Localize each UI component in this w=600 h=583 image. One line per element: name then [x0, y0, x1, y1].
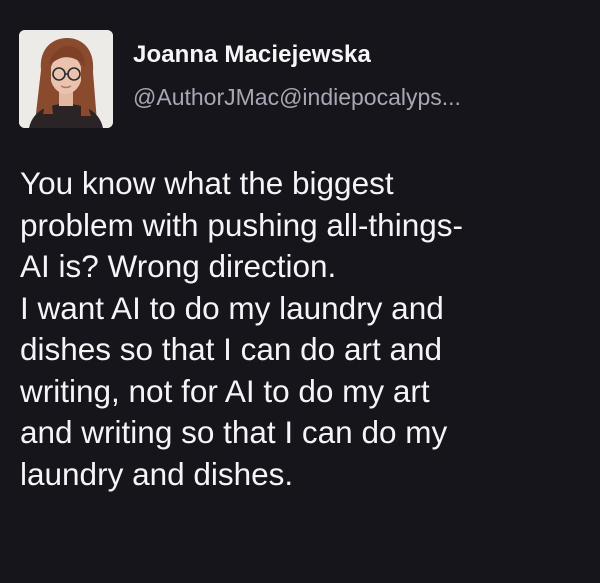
- post-line: problem with pushing all-things-: [20, 206, 463, 243]
- post-content: You know what the biggest problem with p…: [20, 163, 590, 495]
- post-line: I want AI to do my laundry and: [20, 289, 444, 326]
- post-header: Joanna Maciejewska @AuthorJMac@indiepoca…: [19, 30, 461, 128]
- post-line: writing, not for AI to do my art: [20, 372, 430, 409]
- post-line: AI is? Wrong direction.: [20, 248, 337, 284]
- avatar-image: [19, 30, 113, 128]
- author-display-name[interactable]: Joanna Maciejewska: [133, 40, 461, 70]
- post-card: Joanna Maciejewska @AuthorJMac@indiepoca…: [0, 0, 600, 583]
- post-line: dishes so that I can do art and: [20, 331, 443, 367]
- post-line: laundry and dishes.: [20, 455, 294, 492]
- post-line: and writing so that I can do my: [20, 414, 448, 450]
- post-line: You know what the biggest: [20, 165, 394, 201]
- author-info: Joanna Maciejewska @AuthorJMac@indiepoca…: [133, 40, 461, 111]
- author-handle[interactable]: @AuthorJMac@indiepocalyps...: [133, 83, 461, 111]
- avatar[interactable]: [19, 30, 113, 128]
